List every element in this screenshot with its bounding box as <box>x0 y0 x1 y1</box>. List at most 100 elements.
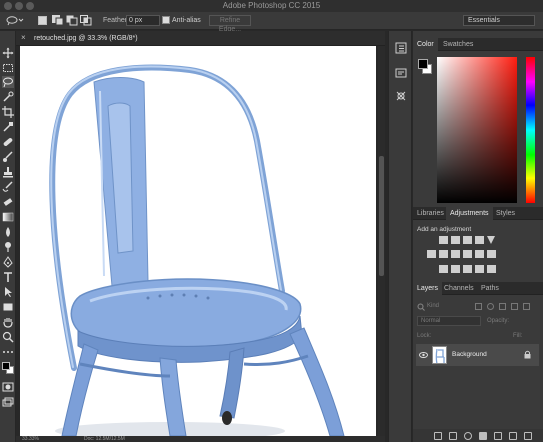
hue-slider[interactable] <box>526 57 535 203</box>
clone-stamp-tool-icon[interactable] <box>2 166 14 178</box>
eraser-tool-icon[interactable] <box>2 196 14 208</box>
threshold-icon[interactable] <box>463 265 472 273</box>
blur-tool-icon[interactable] <box>2 226 14 238</box>
screen-mode-icon[interactable] <box>2 397 14 409</box>
invert-icon[interactable] <box>439 265 448 273</box>
info-panel-icon[interactable] <box>394 89 408 103</box>
tab-styles[interactable]: Styles <box>492 207 519 220</box>
filter-shape-icon[interactable] <box>511 303 518 310</box>
document-tab[interactable]: × retouched.jpg @ 33.3% (RGB/8*) <box>16 31 385 46</box>
healing-brush-tool-icon[interactable] <box>2 136 14 148</box>
zoom-level[interactable]: 33.33% <box>22 436 39 442</box>
layer-filter-row: Kind <box>417 302 539 313</box>
layer-name[interactable]: Background <box>452 351 487 358</box>
feather-input[interactable]: 0 px <box>126 15 160 26</box>
history-panel-icon[interactable] <box>394 41 408 55</box>
tab-channels[interactable]: Channels <box>440 282 478 295</box>
delete-layer-icon[interactable] <box>524 432 532 440</box>
dodge-tool-icon[interactable] <box>2 241 14 253</box>
tab-layers[interactable]: Layers <box>413 282 443 295</box>
new-layer-icon[interactable] <box>509 432 517 440</box>
history-brush-tool-icon[interactable] <box>2 181 14 193</box>
eyedropper-tool-icon[interactable] <box>2 121 14 133</box>
filter-adjustment-icon[interactable] <box>487 303 494 310</box>
document-canvas[interactable] <box>20 46 376 436</box>
tab-adjustments[interactable]: Adjustments <box>446 207 493 220</box>
photo-filter-icon[interactable] <box>463 250 472 258</box>
black-white-icon[interactable] <box>451 250 460 258</box>
vibrance-icon[interactable] <box>487 236 495 244</box>
filter-kind-select[interactable]: Kind <box>427 303 439 309</box>
tab-color[interactable]: Color <box>413 38 438 51</box>
filter-smart-object-icon[interactable] <box>523 303 530 310</box>
new-adjustment-layer-icon[interactable] <box>479 432 487 440</box>
close-document-icon[interactable]: × <box>21 33 26 42</box>
color-panel-tabs: Color Swatches <box>413 38 543 51</box>
layers-panel-tabs: Layers Channels Paths <box>413 282 543 295</box>
quick-mask-icon[interactable] <box>2 381 14 393</box>
layer-style-icon[interactable] <box>449 432 457 440</box>
title-bar: Adobe Photoshop CC 2015 <box>0 0 543 12</box>
marquee-tool-icon[interactable] <box>2 62 14 74</box>
adjustments-panel-tabs: Libraries Adjustments Styles <box>413 207 543 220</box>
exposure-icon[interactable] <box>475 236 484 244</box>
brightness-contrast-icon[interactable] <box>439 236 448 244</box>
edit-toolbar-icon[interactable] <box>2 346 14 358</box>
subtract-from-selection-icon[interactable] <box>66 15 78 26</box>
type-tool-icon[interactable] <box>2 271 14 283</box>
levels-icon[interactable] <box>451 236 460 244</box>
color-lookup-icon[interactable] <box>487 250 496 258</box>
filter-pixel-icon[interactable] <box>475 303 482 310</box>
color-spectrum-field[interactable] <box>437 57 517 203</box>
hand-tool-icon[interactable] <box>2 316 14 328</box>
tab-swatches[interactable]: Swatches <box>439 38 477 51</box>
layer-row[interactable]: Background <box>416 344 539 366</box>
add-to-selection-icon[interactable] <box>52 15 64 26</box>
crop-tool-icon[interactable] <box>2 106 14 118</box>
new-selection-icon[interactable] <box>38 16 47 25</box>
lasso-tool-preset-icon[interactable] <box>6 15 24 26</box>
filter-search-icon <box>417 303 425 311</box>
add-adjustment-heading: Add an adjustment <box>417 226 472 233</box>
intersect-selection-icon[interactable] <box>80 15 92 26</box>
move-tool-icon[interactable] <box>2 47 14 59</box>
rectangle-tool-icon[interactable] <box>2 301 14 313</box>
refine-edge-button[interactable]: Refine Edge... <box>209 15 251 33</box>
filter-type-icon[interactable] <box>499 303 506 310</box>
scrollbar-thumb[interactable] <box>379 156 384 276</box>
panel-dock <box>388 31 412 442</box>
selective-color-icon[interactable] <box>487 265 496 273</box>
curves-icon[interactable] <box>463 236 472 244</box>
adjustment-row-3 <box>439 265 496 273</box>
document-info[interactable]: Doc: 12.5M/12.5M <box>84 436 125 442</box>
zoom-tool-icon[interactable] <box>2 331 14 343</box>
layer-thumbnail <box>432 346 447 364</box>
properties-panel-icon[interactable] <box>394 66 408 80</box>
color-balance-icon[interactable] <box>439 250 448 258</box>
tab-libraries[interactable]: Libraries <box>413 207 448 220</box>
gradient-map-icon[interactable] <box>475 265 484 273</box>
lasso-tool-icon[interactable] <box>2 76 14 88</box>
blend-mode-select[interactable]: Normal <box>417 316 481 326</box>
quick-selection-tool-icon[interactable] <box>2 91 14 103</box>
hue-saturation-icon[interactable] <box>427 250 436 258</box>
new-group-icon[interactable] <box>494 432 502 440</box>
workspace-select[interactable]: Essentials <box>463 15 535 26</box>
path-selection-tool-icon[interactable] <box>2 286 14 298</box>
eye-icon[interactable] <box>419 351 428 359</box>
link-layers-icon[interactable] <box>434 432 442 440</box>
channel-mixer-icon[interactable] <box>475 250 484 258</box>
canvas-vertical-scrollbar[interactable] <box>378 46 385 436</box>
color-panel-foreground-swatch[interactable] <box>418 59 428 69</box>
pen-tool-icon[interactable] <box>2 256 14 268</box>
foreground-color-swatch[interactable] <box>2 362 10 370</box>
lock-icon <box>524 350 531 359</box>
antialias-checkbox[interactable] <box>162 16 170 24</box>
add-mask-icon[interactable] <box>464 432 472 440</box>
lock-label: Lock: <box>417 333 432 339</box>
tab-paths[interactable]: Paths <box>477 282 503 295</box>
posterize-icon[interactable] <box>451 265 460 273</box>
brush-tool-icon[interactable] <box>2 151 14 163</box>
gradient-tool-icon[interactable] <box>2 211 14 223</box>
canvas-area[interactable] <box>16 46 385 436</box>
